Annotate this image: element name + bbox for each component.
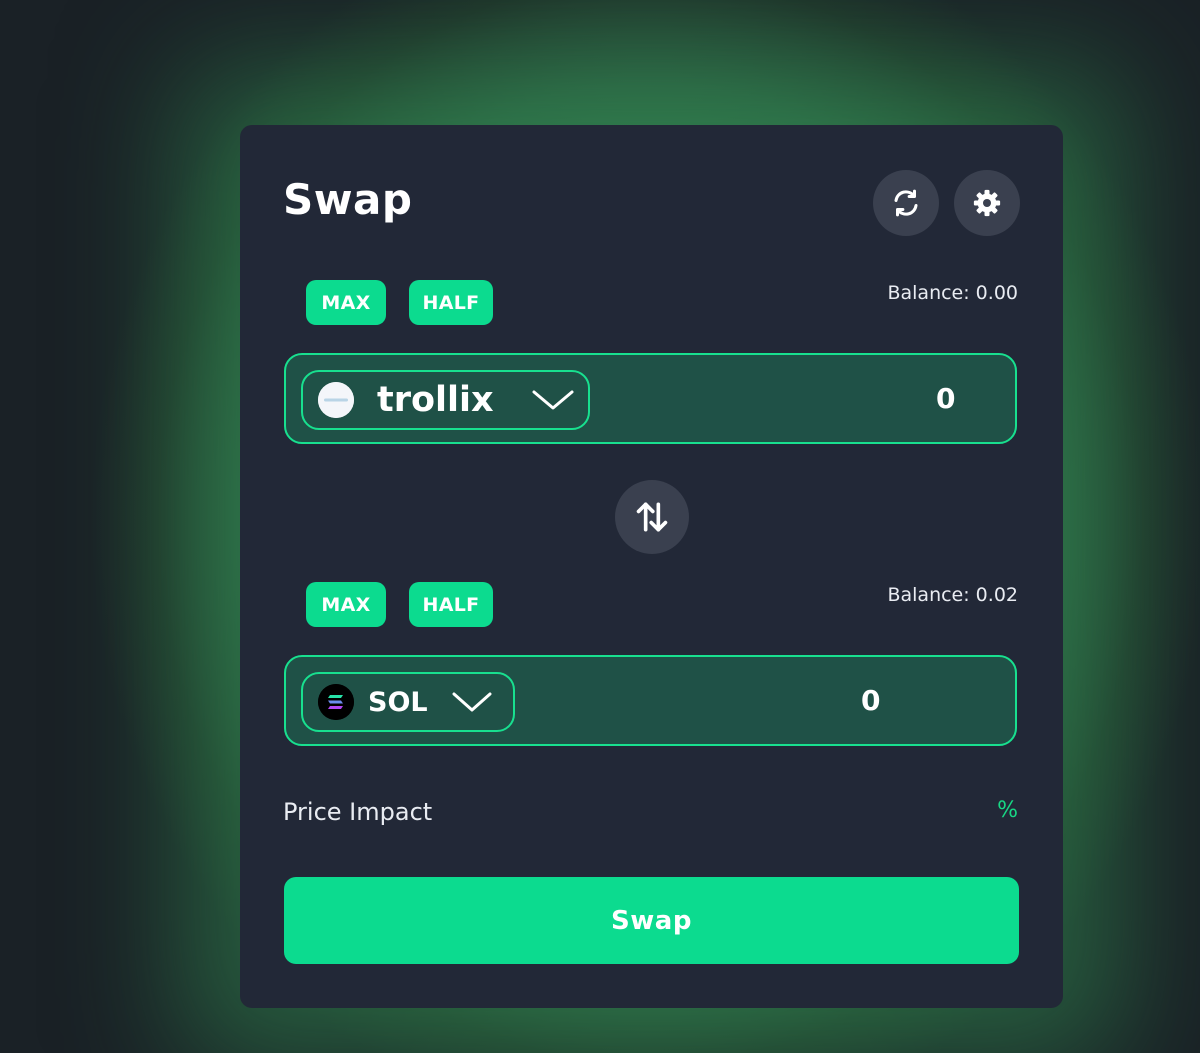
refresh-icon <box>894 189 918 217</box>
page-title: Swap <box>283 175 413 224</box>
refresh-button[interactable] <box>873 170 939 236</box>
swap-arrows-icon <box>636 502 668 532</box>
from-token-field: trollix 0 <box>284 353 1017 444</box>
from-balance: Balance: 0.00 <box>887 282 1018 304</box>
settings-button[interactable] <box>954 170 1020 236</box>
trollix-token-icon <box>318 382 354 418</box>
sol-token-icon <box>318 684 354 720</box>
to-token-field: SOL 0 <box>284 655 1017 746</box>
to-token-name: SOL <box>368 686 428 718</box>
chevron-down-icon <box>452 692 492 712</box>
to-balance: Balance: 0.02 <box>887 584 1018 606</box>
from-token-name: trollix <box>377 380 494 420</box>
price-impact-value: % <box>997 798 1018 823</box>
to-amount-input[interactable]: 0 <box>861 657 880 744</box>
gear-icon <box>973 189 1001 217</box>
swap-button[interactable]: Swap <box>284 877 1019 964</box>
to-max-button[interactable]: MAX <box>306 582 386 627</box>
price-impact-label: Price Impact <box>283 798 433 826</box>
swap-card: Swap MAX HALF Balance: 0.00 trollix 0 MA… <box>240 125 1063 1008</box>
to-half-button[interactable]: HALF <box>409 582 493 627</box>
to-token-selector[interactable]: SOL <box>301 672 515 732</box>
from-half-button[interactable]: HALF <box>409 280 493 325</box>
chevron-down-icon <box>532 390 574 410</box>
from-token-selector[interactable]: trollix <box>301 370 590 430</box>
from-amount-input[interactable]: 0 <box>936 355 955 442</box>
from-max-button[interactable]: MAX <box>306 280 386 325</box>
flip-tokens-button[interactable] <box>615 480 689 554</box>
